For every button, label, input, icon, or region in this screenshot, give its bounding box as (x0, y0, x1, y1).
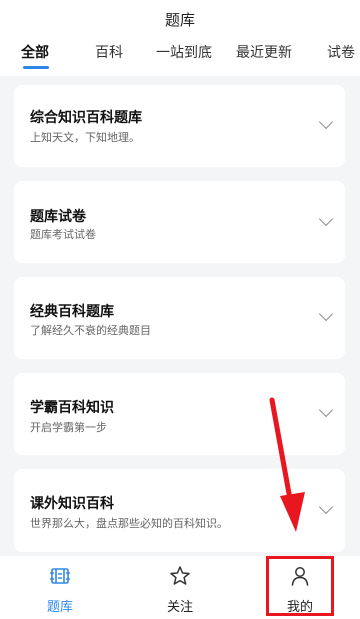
tabbar-item-question-bank[interactable]: 题库 (0, 556, 120, 619)
card-title: 课外知识百科 (30, 496, 114, 512)
card-subtitle: 世界那么大，盘点那些必知的百科知识。 (30, 517, 228, 530)
chevron-down-icon[interactable] (318, 306, 334, 322)
tabbar-label: 题库 (46, 600, 73, 615)
card-title: 经典百科题库 (30, 304, 114, 320)
question-bank-icon (50, 568, 70, 584)
category-card[interactable]: 学霸百科知识 开启学霸第一步 (14, 373, 345, 455)
card-subtitle: 开启学霸第一步 (30, 421, 107, 434)
card-title: 学霸百科知识 (30, 400, 114, 416)
tab-all[interactable]: 全部 (21, 42, 49, 62)
chevron-down-icon[interactable] (318, 114, 334, 130)
chevron-down-icon[interactable] (318, 211, 334, 227)
card-subtitle: 了解经久不衰的经典题目 (30, 324, 151, 337)
app-header: 题库 全部 百科 一站到底 最近更新 试卷 (0, 0, 360, 76)
chevron-down-icon[interactable] (318, 499, 334, 515)
category-card[interactable]: 课外知识百科 世界那么大，盘点那些必知的百科知识。 (14, 469, 345, 552)
category-tabs: 全部 百科 一站到底 最近更新 试卷 (0, 42, 360, 74)
tab-one-stop[interactable]: 一站到底 (156, 42, 212, 62)
category-card[interactable]: 题库试卷 题库考试试卷 (14, 181, 345, 263)
card-subtitle: 上知天文，下知地理。 (30, 131, 140, 144)
tab-recent-updates[interactable]: 最近更新 (236, 42, 292, 62)
chevron-down-icon[interactable] (318, 402, 334, 418)
page-title: 题库 (164, 11, 195, 29)
annotation-highlight-box (266, 556, 334, 616)
category-card[interactable]: 综合知识百科题库 上知天文，下知地理。 (14, 85, 345, 167)
card-subtitle: 题库考试试卷 (30, 228, 96, 241)
category-card[interactable]: 经典百科题库 了解经久不衰的经典题目 (14, 277, 345, 359)
card-title: 综合知识百科题库 (30, 110, 142, 126)
star-icon (170, 566, 190, 585)
tabbar-label: 关注 (166, 600, 193, 615)
card-title: 题库试卷 (30, 209, 86, 225)
tab-encyclopedia[interactable]: 百科 (95, 42, 123, 62)
tab-exam-papers[interactable]: 试卷 (327, 42, 355, 62)
tabbar-item-follow[interactable]: 关注 (120, 556, 240, 619)
active-tab-indicator (23, 66, 49, 69)
